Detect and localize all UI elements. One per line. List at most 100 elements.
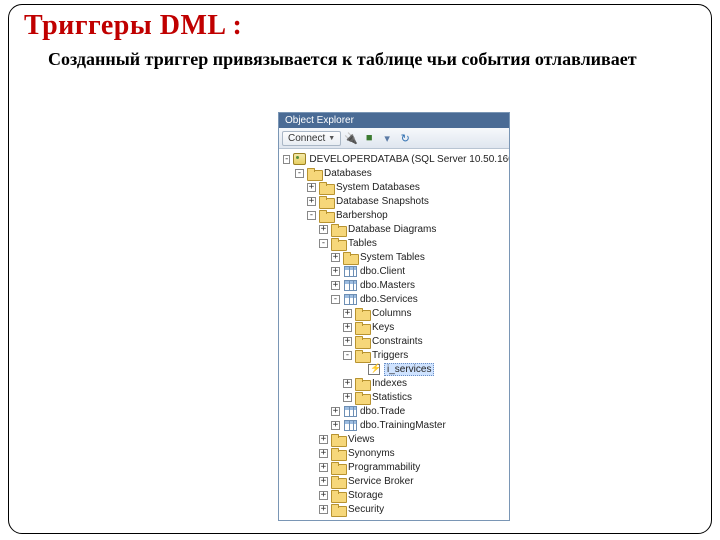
collapse-icon[interactable]: -	[343, 351, 352, 360]
tree-item[interactable]: + Security	[279, 502, 509, 516]
tree-item-label: Indexes	[372, 378, 407, 389]
tree-item-label: Storage	[348, 490, 383, 501]
expand-icon[interactable]: +	[319, 449, 328, 458]
tree-item[interactable]: - dbo.Services	[279, 292, 509, 306]
server-icon	[293, 153, 306, 165]
expand-icon[interactable]: +	[331, 407, 340, 416]
expand-icon[interactable]: +	[331, 253, 340, 262]
tree-item[interactable]: + dbo.Trade	[279, 404, 509, 418]
tree-item-label: dbo.Services	[360, 294, 418, 305]
collapse-icon[interactable]: -	[319, 239, 328, 248]
tree-item[interactable]: + Columns	[279, 306, 509, 320]
expand-icon[interactable]: +	[319, 435, 328, 444]
tree-item-label: System Tables	[360, 252, 425, 263]
tree-item[interactable]: + Indexes	[279, 376, 509, 390]
expand-icon[interactable]: +	[319, 463, 328, 472]
refresh-icon[interactable]: ↻	[397, 130, 413, 146]
folder-icon	[331, 433, 345, 445]
tree-item[interactable]: + Programmability	[279, 460, 509, 474]
tree-item[interactable]: - Databases	[279, 166, 509, 180]
table-icon	[343, 405, 357, 417]
tree-item-label: dbo.Client	[360, 266, 405, 277]
tree-item[interactable]: + Service Broker	[279, 474, 509, 488]
folder-icon	[355, 335, 369, 347]
chevron-down-icon: ▼	[328, 135, 335, 142]
folder-icon	[331, 475, 345, 487]
table-icon	[343, 279, 357, 291]
table-icon	[343, 265, 357, 277]
folder-icon	[307, 167, 321, 179]
slide-title: Триггеры DML :	[24, 10, 242, 42]
folder-icon	[319, 209, 333, 221]
tree-item-label: Database Snapshots	[336, 196, 429, 207]
expand-icon[interactable]: +	[343, 323, 352, 332]
tree-item[interactable]: + Database Diagrams	[279, 222, 509, 236]
expand-icon[interactable]: +	[319, 505, 328, 514]
tree-item[interactable]: + Synonyms	[279, 446, 509, 460]
tree-item-label: Tables	[348, 238, 377, 249]
tree-item[interactable]: +Views	[279, 432, 509, 446]
slide-subtitle: Созданный триггер привязывается к таблиц…	[48, 48, 668, 71]
expand-icon[interactable]: +	[307, 183, 316, 192]
tree-item[interactable]: +Constraints	[279, 334, 509, 348]
connect-button[interactable]: Connect ▼	[282, 131, 341, 146]
spacer	[355, 365, 364, 374]
collapse-icon[interactable]: -	[295, 169, 304, 178]
tree-item[interactable]: + dbo.Masters	[279, 278, 509, 292]
expand-icon[interactable]: +	[319, 225, 328, 234]
expand-icon[interactable]: +	[343, 379, 352, 388]
plug-icon[interactable]: 🔌	[343, 130, 359, 146]
tree-item-label: Database Diagrams	[348, 224, 436, 235]
collapse-icon[interactable]: -	[331, 295, 340, 304]
expand-icon[interactable]: +	[319, 477, 328, 486]
folder-icon	[355, 349, 369, 361]
tree-item-label: dbo.Masters	[360, 280, 415, 291]
tree-item[interactable]: + dbo.Client	[279, 264, 509, 278]
tree-item[interactable]: + Statistics	[279, 390, 509, 404]
tree-item-label: System Databases	[336, 182, 420, 193]
tree-item[interactable]: + Keys	[279, 320, 509, 334]
folder-icon	[355, 321, 369, 333]
tree-item-label: dbo.Trade	[360, 406, 405, 417]
tree-item[interactable]: + System Databases	[279, 180, 509, 194]
tree-item[interactable]: +dbo.TrainingMaster	[279, 418, 509, 432]
folder-icon	[331, 461, 345, 473]
tree-item[interactable]: - Tables	[279, 236, 509, 250]
tree-item-label: Databases	[324, 168, 372, 179]
expand-icon[interactable]: +	[343, 393, 352, 402]
tree-item-label: Keys	[372, 322, 394, 333]
folder-icon	[331, 237, 345, 249]
tree-item[interactable]: - Triggers	[279, 348, 509, 362]
folder-icon	[331, 223, 345, 235]
tree-view[interactable]: -DEVELOPERDATABA (SQL Server 10.50.1600 …	[279, 149, 509, 520]
tree-item[interactable]: + System Tables	[279, 250, 509, 264]
expand-icon[interactable]: +	[307, 197, 316, 206]
collapse-icon[interactable]: -	[283, 155, 290, 164]
table-icon	[343, 293, 357, 305]
tree-item[interactable]: -DEVELOPERDATABA (SQL Server 10.50.1600 …	[279, 152, 509, 166]
collapse-icon[interactable]: -	[307, 211, 316, 220]
tree-item-label: Triggers	[372, 350, 408, 361]
expand-icon[interactable]: +	[331, 267, 340, 276]
filter-icon[interactable]: ▾	[379, 130, 395, 146]
db-icon[interactable]: ■	[361, 130, 377, 146]
tree-item-label: Columns	[372, 308, 411, 319]
tree-item[interactable]: + Database Snapshots	[279, 194, 509, 208]
tree-item-label: Service Broker	[348, 476, 414, 487]
folder-icon	[331, 503, 345, 515]
expand-icon[interactable]: +	[343, 309, 352, 318]
tree-item-label: Security	[348, 504, 384, 515]
expand-icon[interactable]: +	[331, 421, 340, 430]
tree-item[interactable]: + Storage	[279, 488, 509, 502]
panel-title: Object Explorer	[279, 113, 509, 128]
expand-icon[interactable]: +	[319, 491, 328, 500]
folder-icon	[343, 251, 357, 263]
expand-icon[interactable]: +	[331, 281, 340, 290]
expand-icon[interactable]: +	[343, 337, 352, 346]
tree-item-label: Synonyms	[348, 448, 395, 459]
tree-item-label: Programmability	[348, 462, 420, 473]
tree-item[interactable]: -Barbershop	[279, 208, 509, 222]
folder-icon	[319, 195, 333, 207]
tree-item-label: Statistics	[372, 392, 412, 403]
tree-item[interactable]: i_services	[279, 362, 509, 376]
